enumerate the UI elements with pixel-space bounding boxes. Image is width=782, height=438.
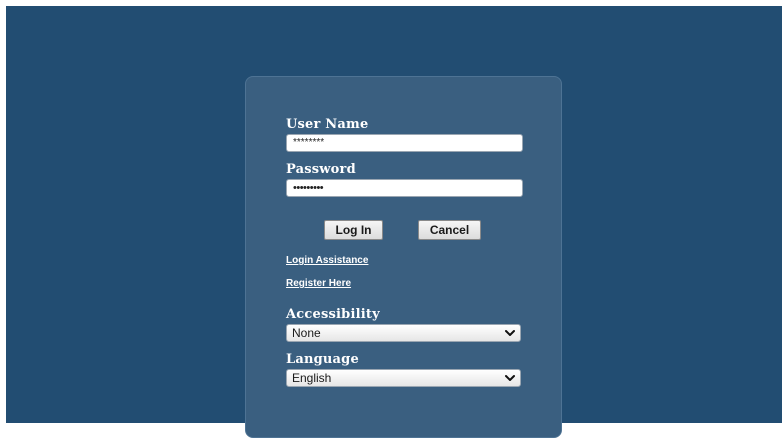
- chevron-down-icon: [505, 375, 515, 381]
- password-input[interactable]: •••••••••: [286, 179, 523, 197]
- accessibility-selected-value: None: [292, 326, 321, 340]
- language-selected-value: English: [292, 371, 332, 385]
- language-select[interactable]: English: [286, 369, 521, 387]
- accessibility-select[interactable]: None: [286, 324, 521, 342]
- language-label: Language: [286, 352, 359, 367]
- cancel-button[interactable]: Cancel: [418, 220, 481, 240]
- username-input[interactable]: ********: [286, 134, 523, 152]
- password-label: Password: [286, 162, 356, 177]
- login-button[interactable]: Log In: [324, 220, 383, 240]
- accessibility-label: Accessibility: [286, 307, 380, 322]
- register-link[interactable]: Register Here: [286, 278, 351, 289]
- login-panel: User Name ******** Password ••••••••• Lo…: [245, 76, 562, 438]
- username-label: User Name: [286, 117, 369, 132]
- page-background: User Name ******** Password ••••••••• Lo…: [6, 6, 782, 438]
- chevron-down-icon: [505, 330, 515, 336]
- login-assistance-link[interactable]: Login Assistance: [286, 255, 368, 266]
